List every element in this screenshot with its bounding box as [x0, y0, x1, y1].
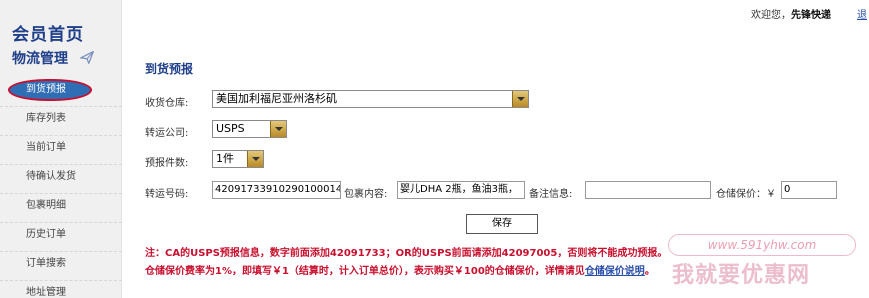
- carrier-select[interactable]: USPS: [212, 120, 287, 138]
- sidebar-item-label: 库存列表: [26, 113, 66, 124]
- insurance-note: 仓储保价费率为1%，即填写￥1（结算时，计入订单总价），表示购买￥100的仓储保…: [145, 262, 655, 277]
- insurance-input[interactable]: 0: [781, 181, 837, 199]
- contents-label: 包裹内容:: [344, 189, 388, 200]
- watermark-url: www.591yhw.com: [668, 234, 856, 256]
- chevron-down-icon[interactable]: [270, 121, 286, 137]
- sidebar-item-pending-shipment[interactable]: 待确认发货: [0, 165, 122, 194]
- chevron-down-icon[interactable]: [512, 91, 528, 107]
- tracking-number-input[interactable]: 420917339102901000146: [212, 181, 341, 199]
- carrier-value: USPS: [216, 122, 245, 135]
- count-select[interactable]: 1件: [212, 150, 264, 168]
- sidebar-menu: 到货预报 库存列表 当前订单 待确认发货 包裹明细 历史订单 订单搜索 地址管理: [0, 78, 122, 298]
- save-button[interactable]: 保存: [466, 214, 538, 234]
- insurance-note-end: 。: [644, 266, 655, 277]
- sidebar-item-order-search[interactable]: 订单搜索: [0, 252, 122, 281]
- tracking-label: 转运号码:: [145, 189, 189, 200]
- sidebar-item-label: 包裹明细: [26, 200, 66, 211]
- sidebar-item-order-history[interactable]: 历史订单: [0, 223, 122, 252]
- sidebar-item-package-details[interactable]: 包裹明细: [0, 194, 122, 223]
- airplane-icon: [80, 50, 94, 64]
- sidebar-item-label: 地址管理: [26, 287, 66, 298]
- insurance-note-text: 仓储保价费率为1%，即填写￥1（结算时，计入订单总价），表示购买￥100的仓储保…: [145, 266, 585, 277]
- carrier-label: 转运公司:: [145, 128, 189, 139]
- sidebar-subtitle: 物流管理: [12, 51, 68, 67]
- sidebar-item-label: 待确认发货: [26, 171, 76, 182]
- usps-note: 注：CA的USPS预报信息，数字前面添加42091733；OR的USPS前面请添…: [145, 248, 668, 259]
- warehouse-select[interactable]: 美国加利福尼亚州洛杉矶: [212, 90, 529, 108]
- insurance-info-link[interactable]: 仓储保价说明: [585, 266, 645, 277]
- welcome-message: 欢迎您，先锋快递: [751, 6, 831, 21]
- welcome-text: 欢迎您，: [751, 10, 791, 21]
- sidebar-item-inventory[interactable]: 库存列表: [0, 107, 122, 136]
- page-title: 到货预报: [145, 62, 194, 76]
- sidebar-item-label: 到货预报: [26, 84, 66, 95]
- sidebar: 会员首页 物流管理 到货预报 库存列表 当前订单 待确认发货 包裹明细 历史订单…: [0, 0, 122, 298]
- warehouse-label: 收货仓库:: [145, 98, 189, 109]
- remark-input[interactable]: [585, 181, 711, 199]
- logout-link[interactable]: 退: [857, 6, 867, 21]
- chevron-down-icon[interactable]: [247, 151, 263, 167]
- remark-label: 备注信息:: [529, 189, 573, 200]
- username: 先锋快递: [791, 10, 831, 21]
- count-label: 预报件数:: [145, 158, 189, 169]
- sidebar-item-address-management[interactable]: 地址管理: [0, 281, 122, 298]
- sidebar-item-current-orders[interactable]: 当前订单: [0, 136, 122, 165]
- sidebar-title[interactable]: 会员首页: [12, 20, 84, 45]
- sidebar-item-label: 订单搜索: [26, 258, 66, 269]
- sidebar-item-label: 历史订单: [26, 229, 66, 240]
- package-contents-input[interactable]: 婴儿DHA 2瓶，鱼油3瓶，: [397, 181, 525, 199]
- watermark-text: 我就要优惠网: [672, 263, 811, 288]
- sidebar-item-label: 当前订单: [26, 142, 66, 153]
- count-value: 1件: [216, 152, 234, 165]
- insurance-label: 仓储保价：￥: [716, 189, 776, 200]
- warehouse-value: 美国加利福尼亚州洛杉矶: [216, 92, 337, 105]
- sidebar-item-arrival-forecast[interactable]: 到货预报: [0, 78, 122, 107]
